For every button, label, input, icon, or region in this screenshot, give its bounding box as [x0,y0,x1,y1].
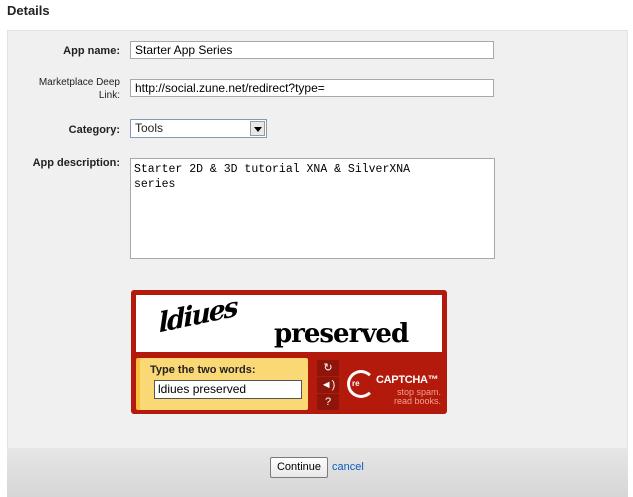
recaptcha-tagline: stop spam. read books. [381,388,441,406]
recaptcha-brand-re: re [352,379,360,388]
description-label: App description: [32,157,120,169]
section-title: Details [7,3,50,18]
form-footer: Continue cancel [7,448,628,497]
help-icon[interactable]: ? [317,394,339,410]
captcha-prompt: Type the two words: [150,364,256,376]
captcha-image: ldiues preserved [136,291,442,352]
chevron-down-icon[interactable] [250,121,265,136]
captcha-response-input[interactable]: ldiues preserved [154,380,302,399]
recaptcha-tagline-2: read books. [393,396,441,406]
recaptcha-widget: ldiues preserved Type the two words: ldi… [131,290,447,414]
app-name-label: App name: [63,45,120,57]
app-name-input[interactable]: Starter App Series [130,41,494,59]
continue-button[interactable]: Continue [270,457,328,478]
details-form: App name: Starter App Series Marketplace… [7,30,628,449]
deep-link-label-line2: Link: [98,90,120,101]
speaker-icon[interactable]: ◄) [317,377,339,393]
category-select[interactable]: Tools [130,119,267,138]
category-value: Tools [135,121,164,135]
deep-link-input[interactable]: http://social.zune.net/redirect?type= [130,79,494,97]
recaptcha-brand-name: CAPTCHA™ [376,374,439,386]
category-label: Category: [68,124,120,136]
reload-icon[interactable]: ↻ [317,360,339,376]
deep-link-label-line1: Marketplace Deep [38,77,120,88]
captcha-word-1: ldiues [158,291,238,340]
captcha-word-2: preserved [274,319,409,349]
description-textarea[interactable]: Starter 2D & 3D tutorial XNA & SilverXNA… [130,158,495,259]
cancel-link[interactable]: cancel [332,461,364,473]
